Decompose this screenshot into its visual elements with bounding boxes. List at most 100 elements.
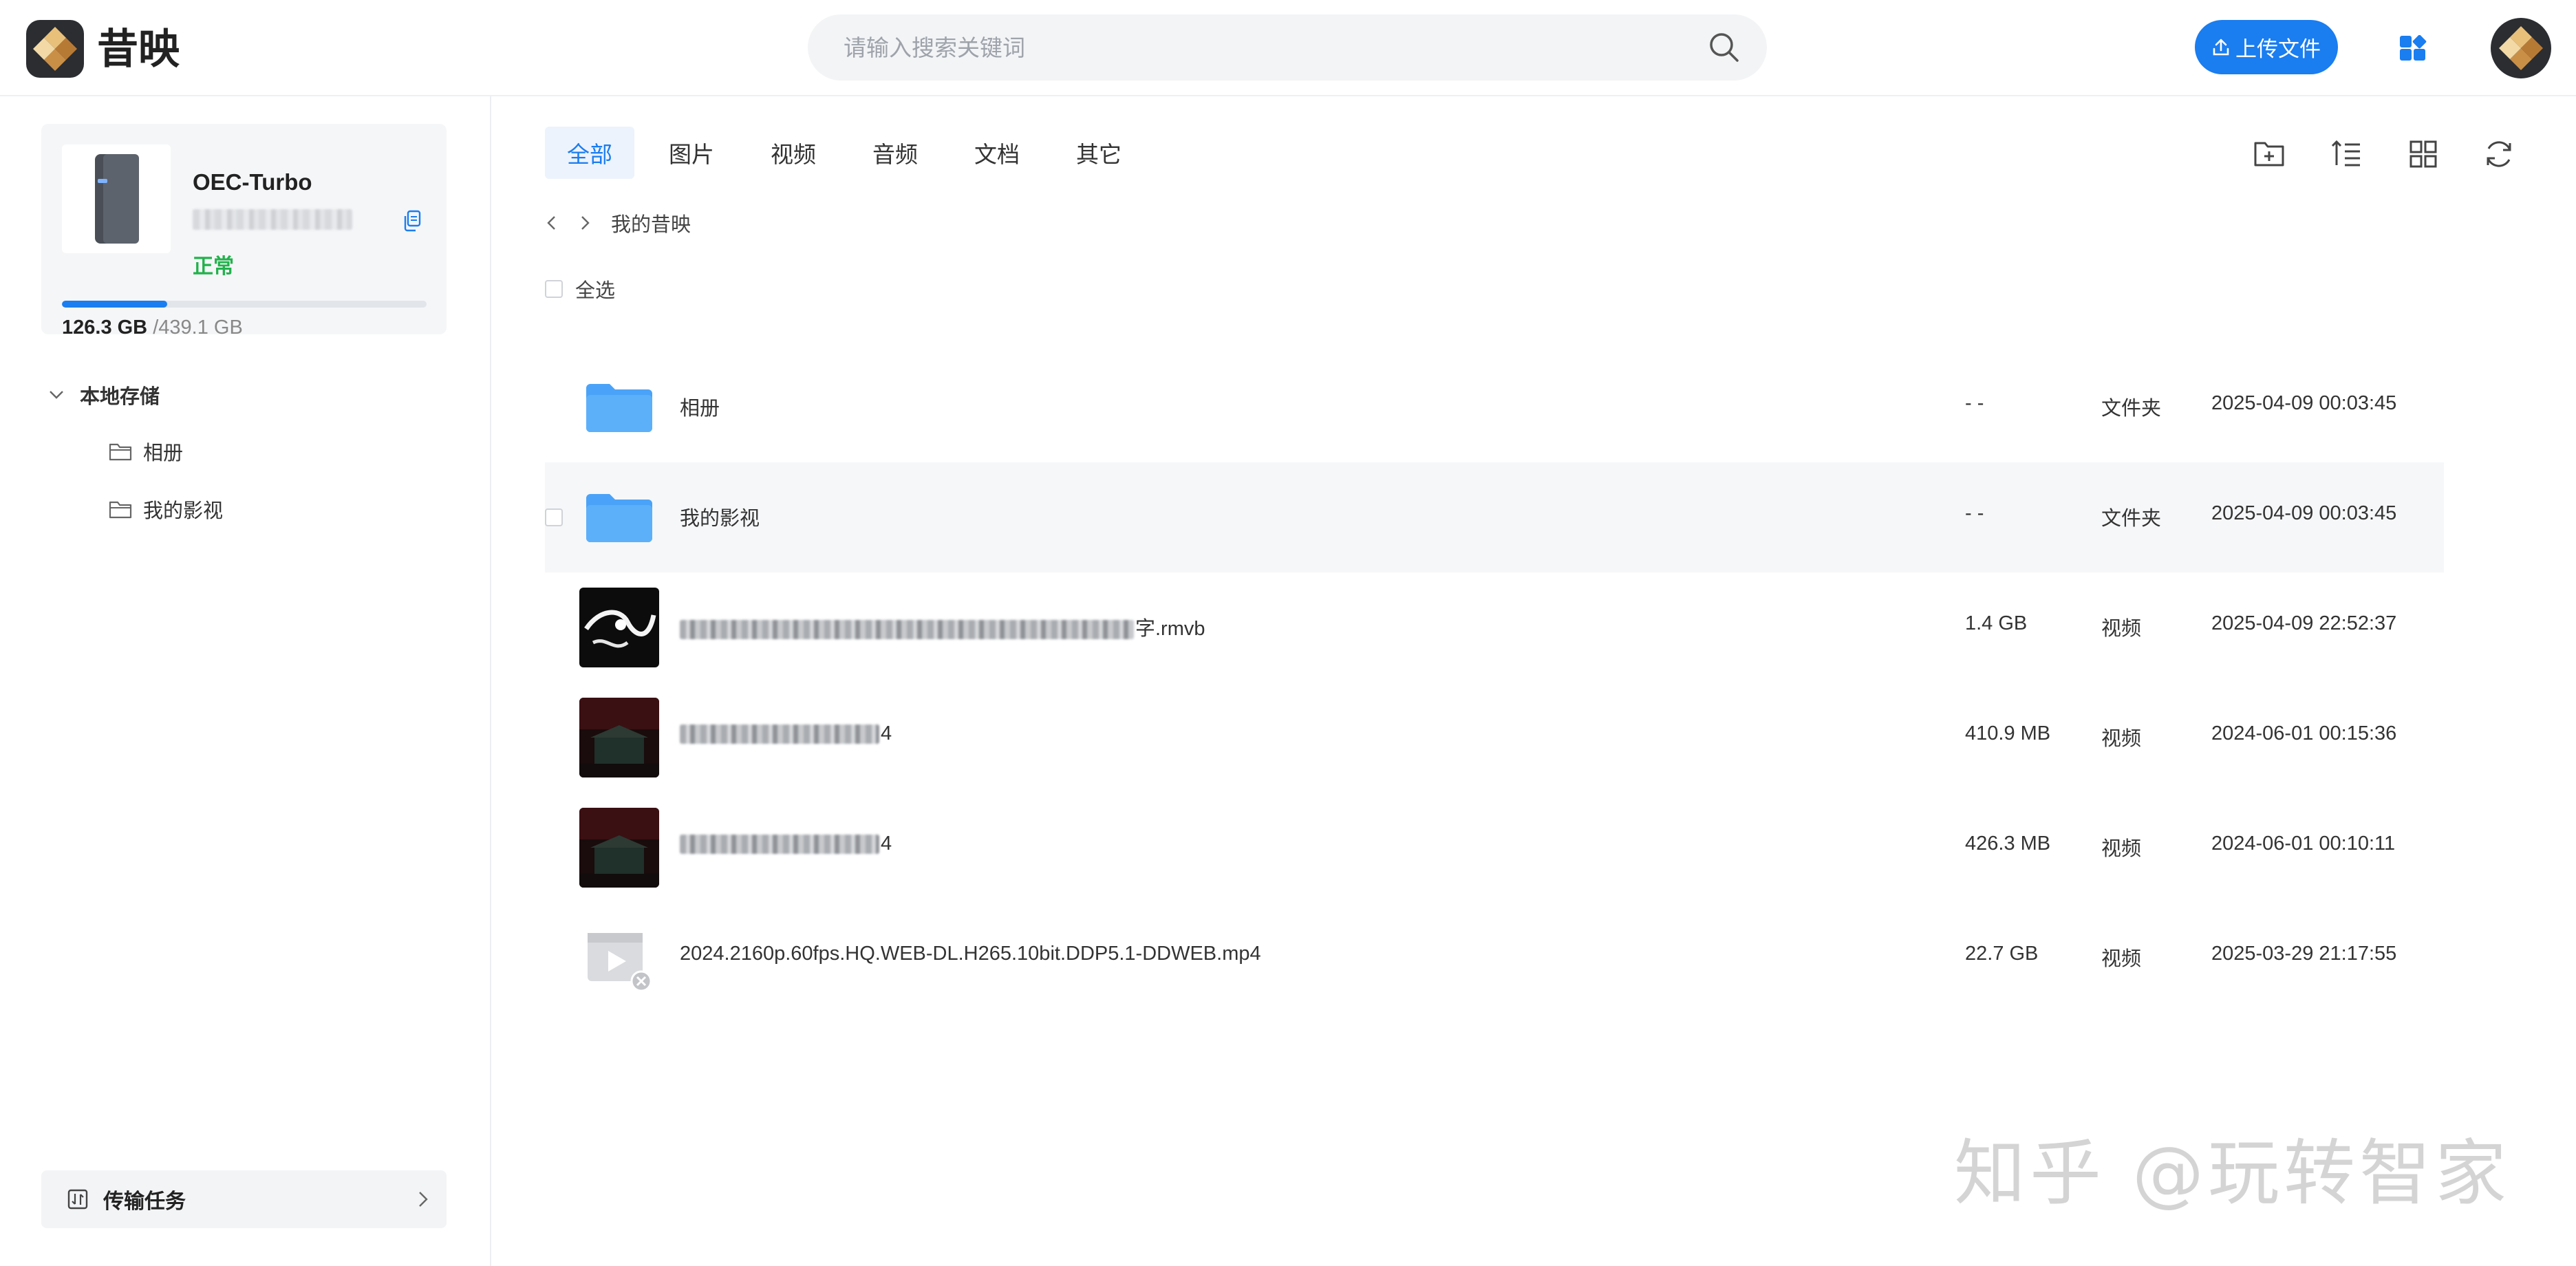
- forward-icon[interactable]: [578, 213, 592, 233]
- video-thumbnail: [579, 698, 659, 777]
- breadcrumb: 我的昔映: [545, 208, 691, 238]
- storage-usage-text: 126.3 GB /439.1 GB: [62, 316, 243, 339]
- upload-file-button[interactable]: 上传文件: [2195, 20, 2338, 74]
- file-size: - -: [1965, 502, 1984, 524]
- video-thumbnail: [579, 588, 659, 667]
- row-checkbox[interactable]: [545, 508, 563, 526]
- transfer-tasks-label: 传输任务: [103, 1190, 186, 1213]
- tree-local-storage-label: 本地存储: [80, 386, 160, 408]
- device-status: 正常: [193, 255, 234, 278]
- sidebar-item-album[interactable]: 相册: [109, 431, 183, 472]
- sort-icon[interactable]: [2327, 135, 2365, 173]
- blurred-name: [680, 620, 1134, 640]
- file-size: 22.7 GB: [1965, 943, 2039, 965]
- file-date: 2025-04-09 22:52:37: [2211, 612, 2397, 634]
- tab-videos[interactable]: 视频: [749, 127, 838, 179]
- file-size: - -: [1965, 392, 1984, 414]
- blurred-name: [680, 835, 879, 855]
- search-input[interactable]: [842, 14, 1657, 82]
- new-folder-icon[interactable]: [2250, 135, 2288, 173]
- folder-icon: [109, 443, 132, 461]
- device-id-blurred: [193, 209, 352, 230]
- tab-all[interactable]: 全部: [545, 127, 634, 179]
- file-date: 2025-03-29 21:17:55: [2211, 943, 2397, 965]
- search-bar[interactable]: [808, 14, 1767, 82]
- file-row[interactable]: 2024.2160p.60fps.HQ.WEB-DL.H265.10bit.DD…: [545, 903, 2444, 1013]
- file-name: 字.rmvb: [680, 612, 1205, 641]
- file-date: 2025-04-09 00:03:45: [2211, 392, 2397, 414]
- file-type: 文件夹: [2101, 508, 2162, 530]
- file-type: 文件夹: [2101, 398, 2162, 420]
- video-thumbnail: [579, 808, 659, 888]
- file-name: 2024.2160p.60fps.HQ.WEB-DL.H265.10bit.DD…: [680, 943, 1261, 965]
- apps-grid-icon[interactable]: [2399, 35, 2427, 63]
- tree-local-storage[interactable]: 本地存储: [48, 374, 160, 416]
- storage-usage-fill: [62, 301, 167, 308]
- tab-images[interactable]: 图片: [647, 127, 736, 179]
- folder-icon: [109, 501, 132, 519]
- chevron-right-icon: [419, 1192, 428, 1207]
- sidebar: OEC-Turbo 正常 126.3 GB /439.1 GB 本地存储 相册: [0, 96, 491, 1266]
- category-tabs: 全部 图片 视频 音频 文档 其它: [545, 127, 1156, 179]
- file-name: 4: [680, 722, 892, 745]
- file-row[interactable]: 4 426.3 MB 视频 2024-06-01 00:10:11: [545, 793, 2444, 903]
- refresh-icon[interactable]: [2480, 135, 2518, 173]
- file-row[interactable]: 4 410.9 MB 视频 2024-06-01 00:15:36: [545, 683, 2444, 793]
- device-card[interactable]: OEC-Turbo 正常 126.3 GB /439.1 GB: [41, 124, 447, 339]
- file-name: 4: [680, 833, 892, 855]
- device-name: OEC-Turbo: [193, 169, 312, 195]
- app-logo-icon: [26, 20, 84, 78]
- upload-icon: [2213, 39, 2229, 55]
- file-name: 我的影视: [680, 508, 760, 530]
- storage-used: 126.3 GB: [62, 316, 148, 339]
- file-name: 相册: [680, 398, 720, 420]
- file-type: 视频: [2101, 838, 2142, 860]
- file-row[interactable]: 相册 - - 文件夹 2025-04-09 00:03:45: [545, 352, 2444, 462]
- chevron-down-icon: [50, 391, 63, 399]
- file-size: 410.9 MB: [1965, 722, 2051, 744]
- select-all-label: 全选: [575, 280, 616, 302]
- app-name: 昔映: [97, 26, 180, 72]
- file-date: 2025-04-09 00:03:45: [2211, 502, 2397, 524]
- back-icon[interactable]: [545, 213, 559, 233]
- storage-total: /439.1 GB: [153, 316, 243, 339]
- tab-documents[interactable]: 文档: [952, 127, 1042, 179]
- transfer-icon: [67, 1189, 88, 1210]
- grid-view-icon[interactable]: [2404, 135, 2443, 173]
- breadcrumb-current[interactable]: 我的昔映: [611, 208, 691, 237]
- device-image: [62, 144, 171, 253]
- file-size: 426.3 MB: [1965, 833, 2051, 855]
- transfer-tasks-button[interactable]: 传输任务: [41, 1170, 447, 1228]
- file-name-visible: 2024.2160p.60fps.HQ.WEB-DL.H265.10bit.DD…: [680, 943, 1261, 965]
- file-name-visible: 4: [881, 722, 892, 744]
- sidebar-item-label: 我的影视: [143, 500, 224, 522]
- select-all[interactable]: 全选: [545, 274, 615, 304]
- top-bar: 昔映 上传文件: [0, 0, 2576, 96]
- storage-usage-bar: [62, 301, 427, 308]
- search-icon[interactable]: [1706, 30, 1742, 65]
- user-avatar[interactable]: [2491, 18, 2551, 78]
- file-type: 视频: [2101, 618, 2142, 640]
- video-placeholder-icon: [588, 933, 652, 992]
- sidebar-item-label: 相册: [143, 442, 184, 464]
- folder-icon: [586, 384, 652, 432]
- file-type: 视频: [2101, 948, 2142, 970]
- file-type: 视频: [2101, 728, 2142, 750]
- tab-audio[interactable]: 音频: [850, 127, 940, 179]
- file-date: 2024-06-01 00:10:11: [2211, 833, 2396, 855]
- upload-file-label: 上传文件: [2235, 37, 2321, 61]
- file-name-visible: 4: [881, 833, 892, 855]
- tab-other[interactable]: 其它: [1054, 127, 1144, 179]
- sidebar-item-my-videos[interactable]: 我的影视: [109, 489, 223, 530]
- folder-icon: [586, 494, 652, 542]
- file-row[interactable]: 我的影视 - - 文件夹 2025-04-09 00:03:45: [545, 462, 2444, 572]
- file-date: 2024-06-01 00:15:36: [2211, 722, 2397, 744]
- file-size: 1.4 GB: [1965, 612, 2028, 634]
- file-list: 相册 - - 文件夹 2025-04-09 00:03:45 我的影视 - - …: [545, 352, 2444, 1013]
- copy-icon[interactable]: [402, 210, 422, 232]
- select-all-checkbox[interactable]: [545, 280, 563, 298]
- file-name-visible: 字.rmvb: [1135, 618, 1205, 640]
- watermark: 知乎 @玩转智家: [1954, 1131, 2511, 1215]
- file-row[interactable]: 字.rmvb 1.4 GB 视频 2025-04-09 22:52:37: [545, 572, 2444, 683]
- blurred-name: [680, 725, 879, 744]
